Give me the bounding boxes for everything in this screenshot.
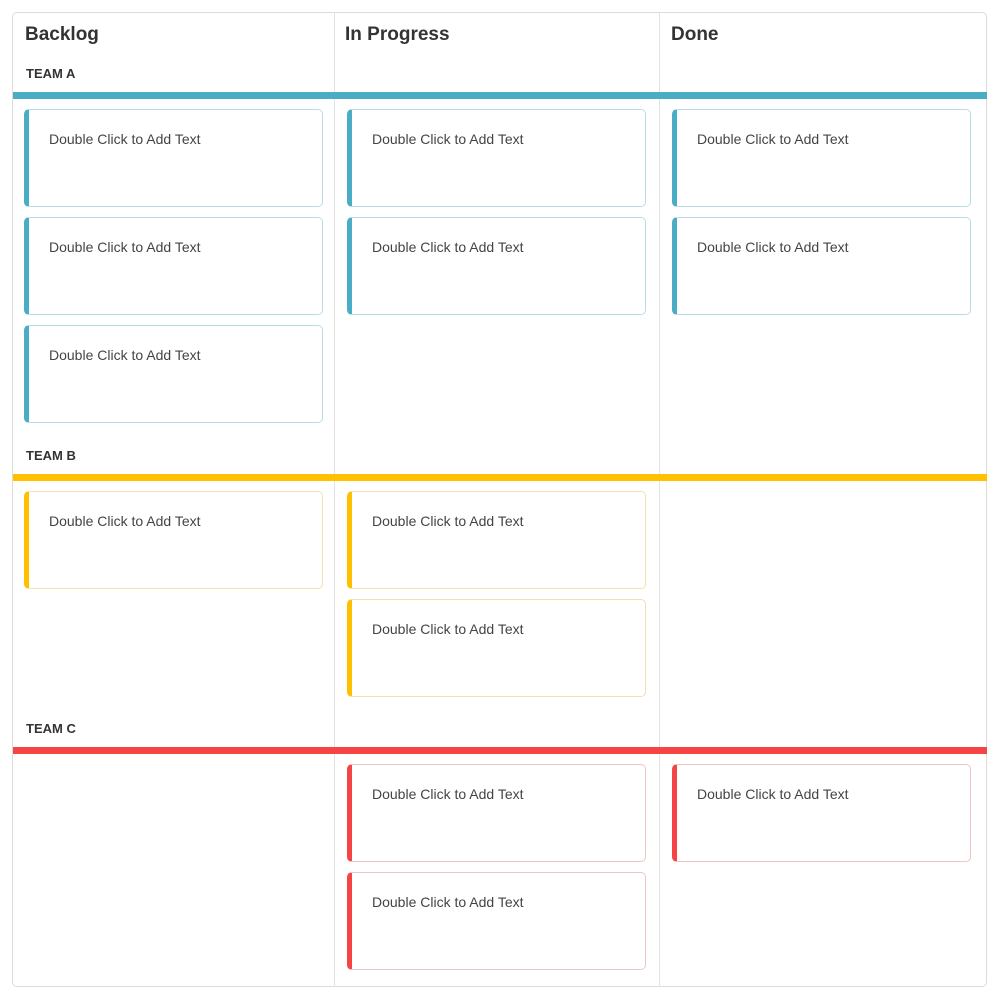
kanban-card[interactable]: Double Click to Add Text [24, 109, 323, 207]
kanban-card[interactable]: Double Click to Add Text [24, 325, 323, 423]
kanban-card[interactable]: Double Click to Add Text [347, 764, 646, 862]
kanban-card[interactable]: Double Click to Add Text [347, 872, 646, 970]
team-swimlane-bar [13, 92, 987, 99]
card-text[interactable]: Double Click to Add Text [49, 131, 201, 147]
card-text[interactable]: Double Click to Add Text [697, 786, 849, 802]
card-text[interactable]: Double Click to Add Text [697, 131, 849, 147]
kanban-card[interactable]: Double Click to Add Text [24, 217, 323, 315]
card-text[interactable]: Double Click to Add Text [49, 347, 201, 363]
card-text[interactable]: Double Click to Add Text [697, 239, 849, 255]
kanban-card[interactable]: Double Click to Add Text [347, 217, 646, 315]
kanban-card[interactable]: Double Click to Add Text [24, 491, 323, 589]
kanban-card[interactable]: Double Click to Add Text [672, 764, 971, 862]
column-title-in-progress: In Progress [345, 24, 450, 45]
team-label: TEAM B [26, 448, 76, 463]
column-divider [659, 12, 660, 987]
kanban-card[interactable]: Double Click to Add Text [347, 109, 646, 207]
team-label: TEAM C [26, 721, 76, 736]
team-swimlane-bar [13, 747, 987, 754]
card-text[interactable]: Double Click to Add Text [49, 239, 201, 255]
card-text[interactable]: Double Click to Add Text [372, 513, 524, 529]
card-text[interactable]: Double Click to Add Text [49, 513, 201, 529]
column-title-backlog: Backlog [25, 24, 99, 45]
team-swimlane-bar [13, 474, 987, 481]
kanban-card[interactable]: Double Click to Add Text [672, 109, 971, 207]
card-text[interactable]: Double Click to Add Text [372, 131, 524, 147]
card-text[interactable]: Double Click to Add Text [372, 621, 524, 637]
kanban-card[interactable]: Double Click to Add Text [347, 599, 646, 697]
card-text[interactable]: Double Click to Add Text [372, 239, 524, 255]
card-text[interactable]: Double Click to Add Text [372, 786, 524, 802]
column-title-done: Done [671, 24, 719, 45]
team-label: TEAM A [26, 66, 76, 81]
column-divider [334, 12, 335, 987]
kanban-card[interactable]: Double Click to Add Text [672, 217, 971, 315]
kanban-card[interactable]: Double Click to Add Text [347, 491, 646, 589]
card-text[interactable]: Double Click to Add Text [372, 894, 524, 910]
